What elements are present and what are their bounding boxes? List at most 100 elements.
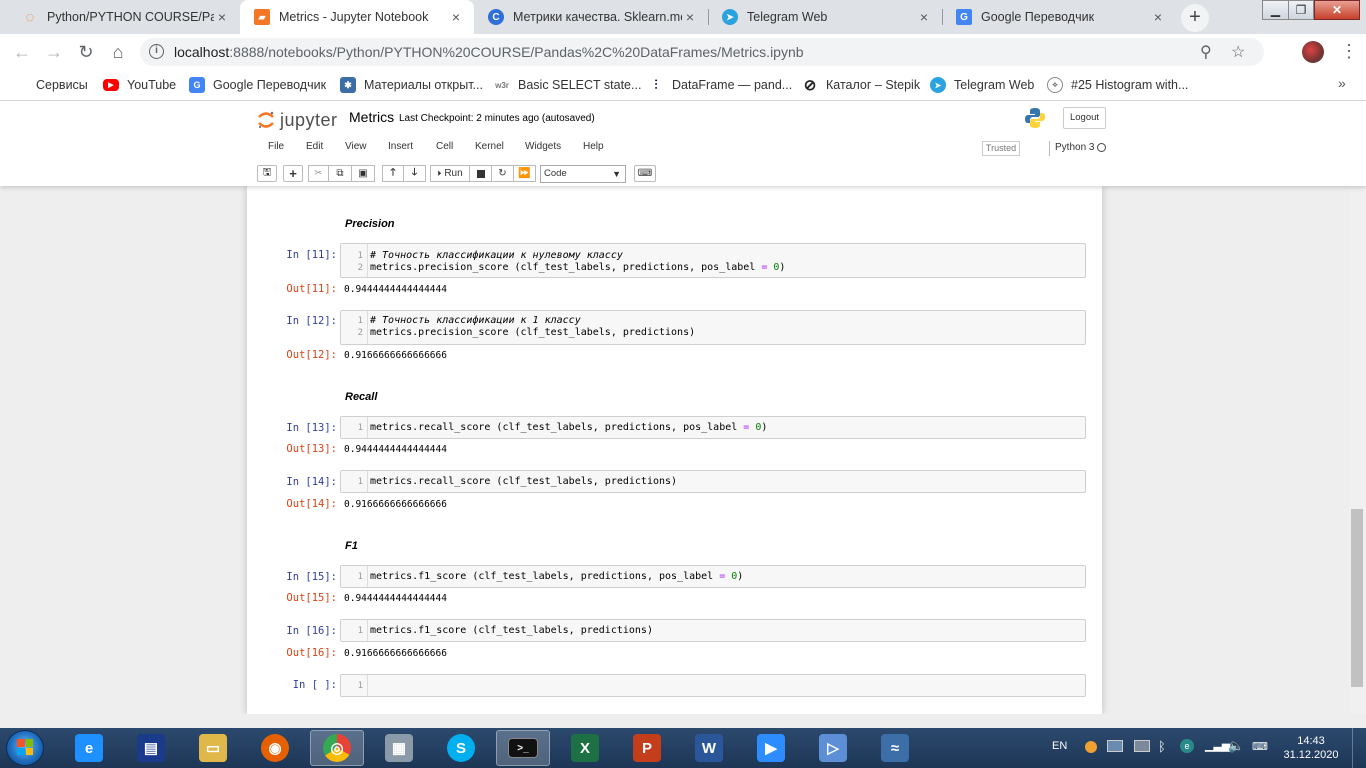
bookmark-materials[interactable]: ✱ Материалы открыт... [340,76,483,94]
paste-button[interactable]: ▣ [351,165,375,182]
trusted-indicator[interactable]: Trusted [982,141,1020,156]
taskbar-app-firefox[interactable]: ◉ [248,730,302,766]
system-clock[interactable]: 14:43 31.12.2020 [1280,734,1342,762]
forward-button[interactable]: → [42,40,66,64]
close-icon[interactable]: × [682,9,698,25]
browser-tray-icon[interactable]: e [1180,739,1194,753]
url-text[interactable]: localhost:8888/notebooks/Python/PYTHON%2… [174,44,804,60]
language-indicator[interactable]: EN [1052,740,1067,754]
menu-help[interactable]: Help [583,141,604,152]
logout-button[interactable]: Logout [1063,107,1106,129]
restart-icon: ↻ [498,168,507,179]
bookmark-basic-select[interactable]: w3r Basic SELECT state... [494,76,641,94]
bookmark-dataframe[interactable]: ⫶ DataFrame — pand... [648,76,792,94]
browser-tab-5[interactable]: G Google Переводчик × [942,0,1176,34]
bookmark-stepik[interactable]: ⊘ Каталог – Stepik [802,76,920,94]
insert-cell-button[interactable]: + [283,165,303,182]
code-cell[interactable]: 1 # Точность классификации к 1 классу 2 me… [340,310,1086,345]
code-cell[interactable]: 1 metrics.recall_score (clf_test_labels, … [340,470,1086,493]
taskbar-app-excel[interactable]: X [558,730,612,766]
menu-edit[interactable]: Edit [306,141,323,152]
bookmark-services[interactable]: Сервисы [14,76,88,94]
close-icon[interactable]: × [214,9,230,25]
save-button[interactable]: 🖫 [257,165,277,182]
taskbar-app-chrome[interactable]: ◎ [310,730,364,766]
code-cell[interactable]: 1 metrics.recall_score (clf_test_labels, … [340,416,1086,439]
restart-button[interactable]: ↻ [491,165,514,182]
menu-kernel[interactable]: Kernel [475,141,504,152]
menu-file[interactable]: File [268,141,284,152]
zoom-icon[interactable]: ⚲ [1200,42,1212,62]
taskbar-app-media[interactable]: ▷ [806,730,860,766]
cell-type-select[interactable]: Code ▼ [540,165,626,183]
restart-run-all-button[interactable]: ⏩ [513,165,536,182]
close-icon[interactable]: × [916,9,932,25]
home-button[interactable]: ⌂ [106,40,130,64]
menu-view[interactable]: View [345,141,367,152]
bookmark-youtube[interactable]: ▶ YouTube [103,76,176,94]
bookmark-histogram[interactable]: ⟡ #25 Histogram with... [1047,76,1188,94]
menu-insert[interactable]: Insert [388,141,413,152]
tray-status-icon[interactable] [1085,741,1097,753]
bookmark-google-translate[interactable]: G Google Переводчик [189,76,326,94]
code-cell[interactable]: 1 # Точность классификации к нулевому кла… [340,243,1086,278]
more-menu-icon[interactable]: ⋮ [1340,42,1358,60]
browser-tab-3[interactable]: C Метрики качества. Sklearn.met × [474,0,708,34]
bluetooth-icon[interactable]: ᛒ [1158,739,1166,768]
browser-tab-4[interactable]: ➤ Telegram Web × [708,0,942,34]
move-up-button[interactable]: 🡑 [382,165,404,182]
browser-toolbar: ← → ↻ ⌂ i localhost:8888/notebooks/Pytho… [0,34,1366,70]
close-icon[interactable]: × [448,9,464,25]
maximize-button[interactable]: ❐ [1288,0,1314,20]
copy-button[interactable]: ⧉ [328,165,352,182]
keyboard-layout-icon[interactable]: ⌨ [1252,740,1268,768]
taskbar-app-zoom[interactable]: ▶ [744,730,798,766]
browser-tab-2[interactable]: ▰ Metrics - Jupyter Notebook × [240,0,474,34]
heading-precision: Precision [345,218,395,230]
info-icon[interactable]: i [149,44,164,59]
menu-widgets[interactable]: Widgets [525,141,561,152]
bookmark-telegram[interactable]: ➤ Telegram Web [930,76,1034,94]
taskbar-app-wireshark[interactable]: ≈ [868,730,922,766]
close-icon[interactable]: × [1150,9,1166,25]
command-palette-button[interactable]: ⌨ [634,165,656,182]
input-prompt: In [15]: [286,571,337,583]
move-down-button[interactable]: 🡓 [403,165,426,182]
cut-button[interactable]: ✂ [308,165,329,182]
empty-code-cell[interactable]: 1 [340,674,1086,697]
taskbar-app-ie[interactable]: e [62,730,116,766]
tray-monitor-icon[interactable] [1134,740,1150,752]
run-button[interactable]: ⏵ Run [430,165,470,182]
taskbar-app-word[interactable]: W [682,730,736,766]
taskbar-app-skype[interactable]: S [434,730,488,766]
address-bar[interactable]: i localhost:8888/notebooks/Python/PYTHON… [140,38,1264,66]
notebook-name[interactable]: Metrics [349,109,394,125]
minimize-button[interactable]: ▁ [1262,0,1288,20]
back-button[interactable]: ← [10,40,34,64]
code-cell[interactable]: 1 metrics.f1_score (clf_test_labels, pred… [340,619,1086,642]
browser-tab-1[interactable]: ◌ Python/PYTHON COURSE/Panda × [8,0,240,34]
taskbar-app-powerpoint[interactable]: P [620,730,674,766]
menu-cell[interactable]: Cell [436,141,453,152]
reload-button[interactable]: ↻ [74,40,98,64]
edit-button-group: ✂ ⧉ ▣ [308,165,375,182]
scrollbar-thumb[interactable] [1351,509,1363,687]
show-desktop-button[interactable] [1352,728,1366,768]
network-display-icon[interactable] [1107,740,1123,752]
profile-avatar[interactable] [1302,41,1324,63]
interrupt-button[interactable] [469,165,492,182]
taskbar-app-explorer[interactable]: ▭ [186,730,240,766]
close-window-button[interactable]: ✕ [1314,0,1360,20]
bookmarks-overflow-button[interactable]: » [1338,75,1346,91]
code-line: 1 metrics.f1_score (clf_test_labels, pred… [357,625,653,636]
code-cell[interactable]: 1 metrics.f1_score (clf_test_labels, pred… [340,565,1086,588]
volume-icon[interactable]: 🔈 [1228,738,1244,768]
taskbar-app-cmd[interactable]: >_ [496,730,550,766]
star-icon[interactable]: ☆ [1231,42,1245,62]
taskbar-app-save[interactable]: ▤ [124,730,178,766]
signal-icon[interactable]: ▁▃▅ [1205,739,1230,768]
tab-title: Python/PYTHON COURSE/Panda [47,10,214,24]
taskbar-app-calculator[interactable]: ▦ [372,730,426,766]
jupyter-logo[interactable]: jupyter [257,108,338,132]
new-tab-button[interactable]: + [1181,4,1209,32]
